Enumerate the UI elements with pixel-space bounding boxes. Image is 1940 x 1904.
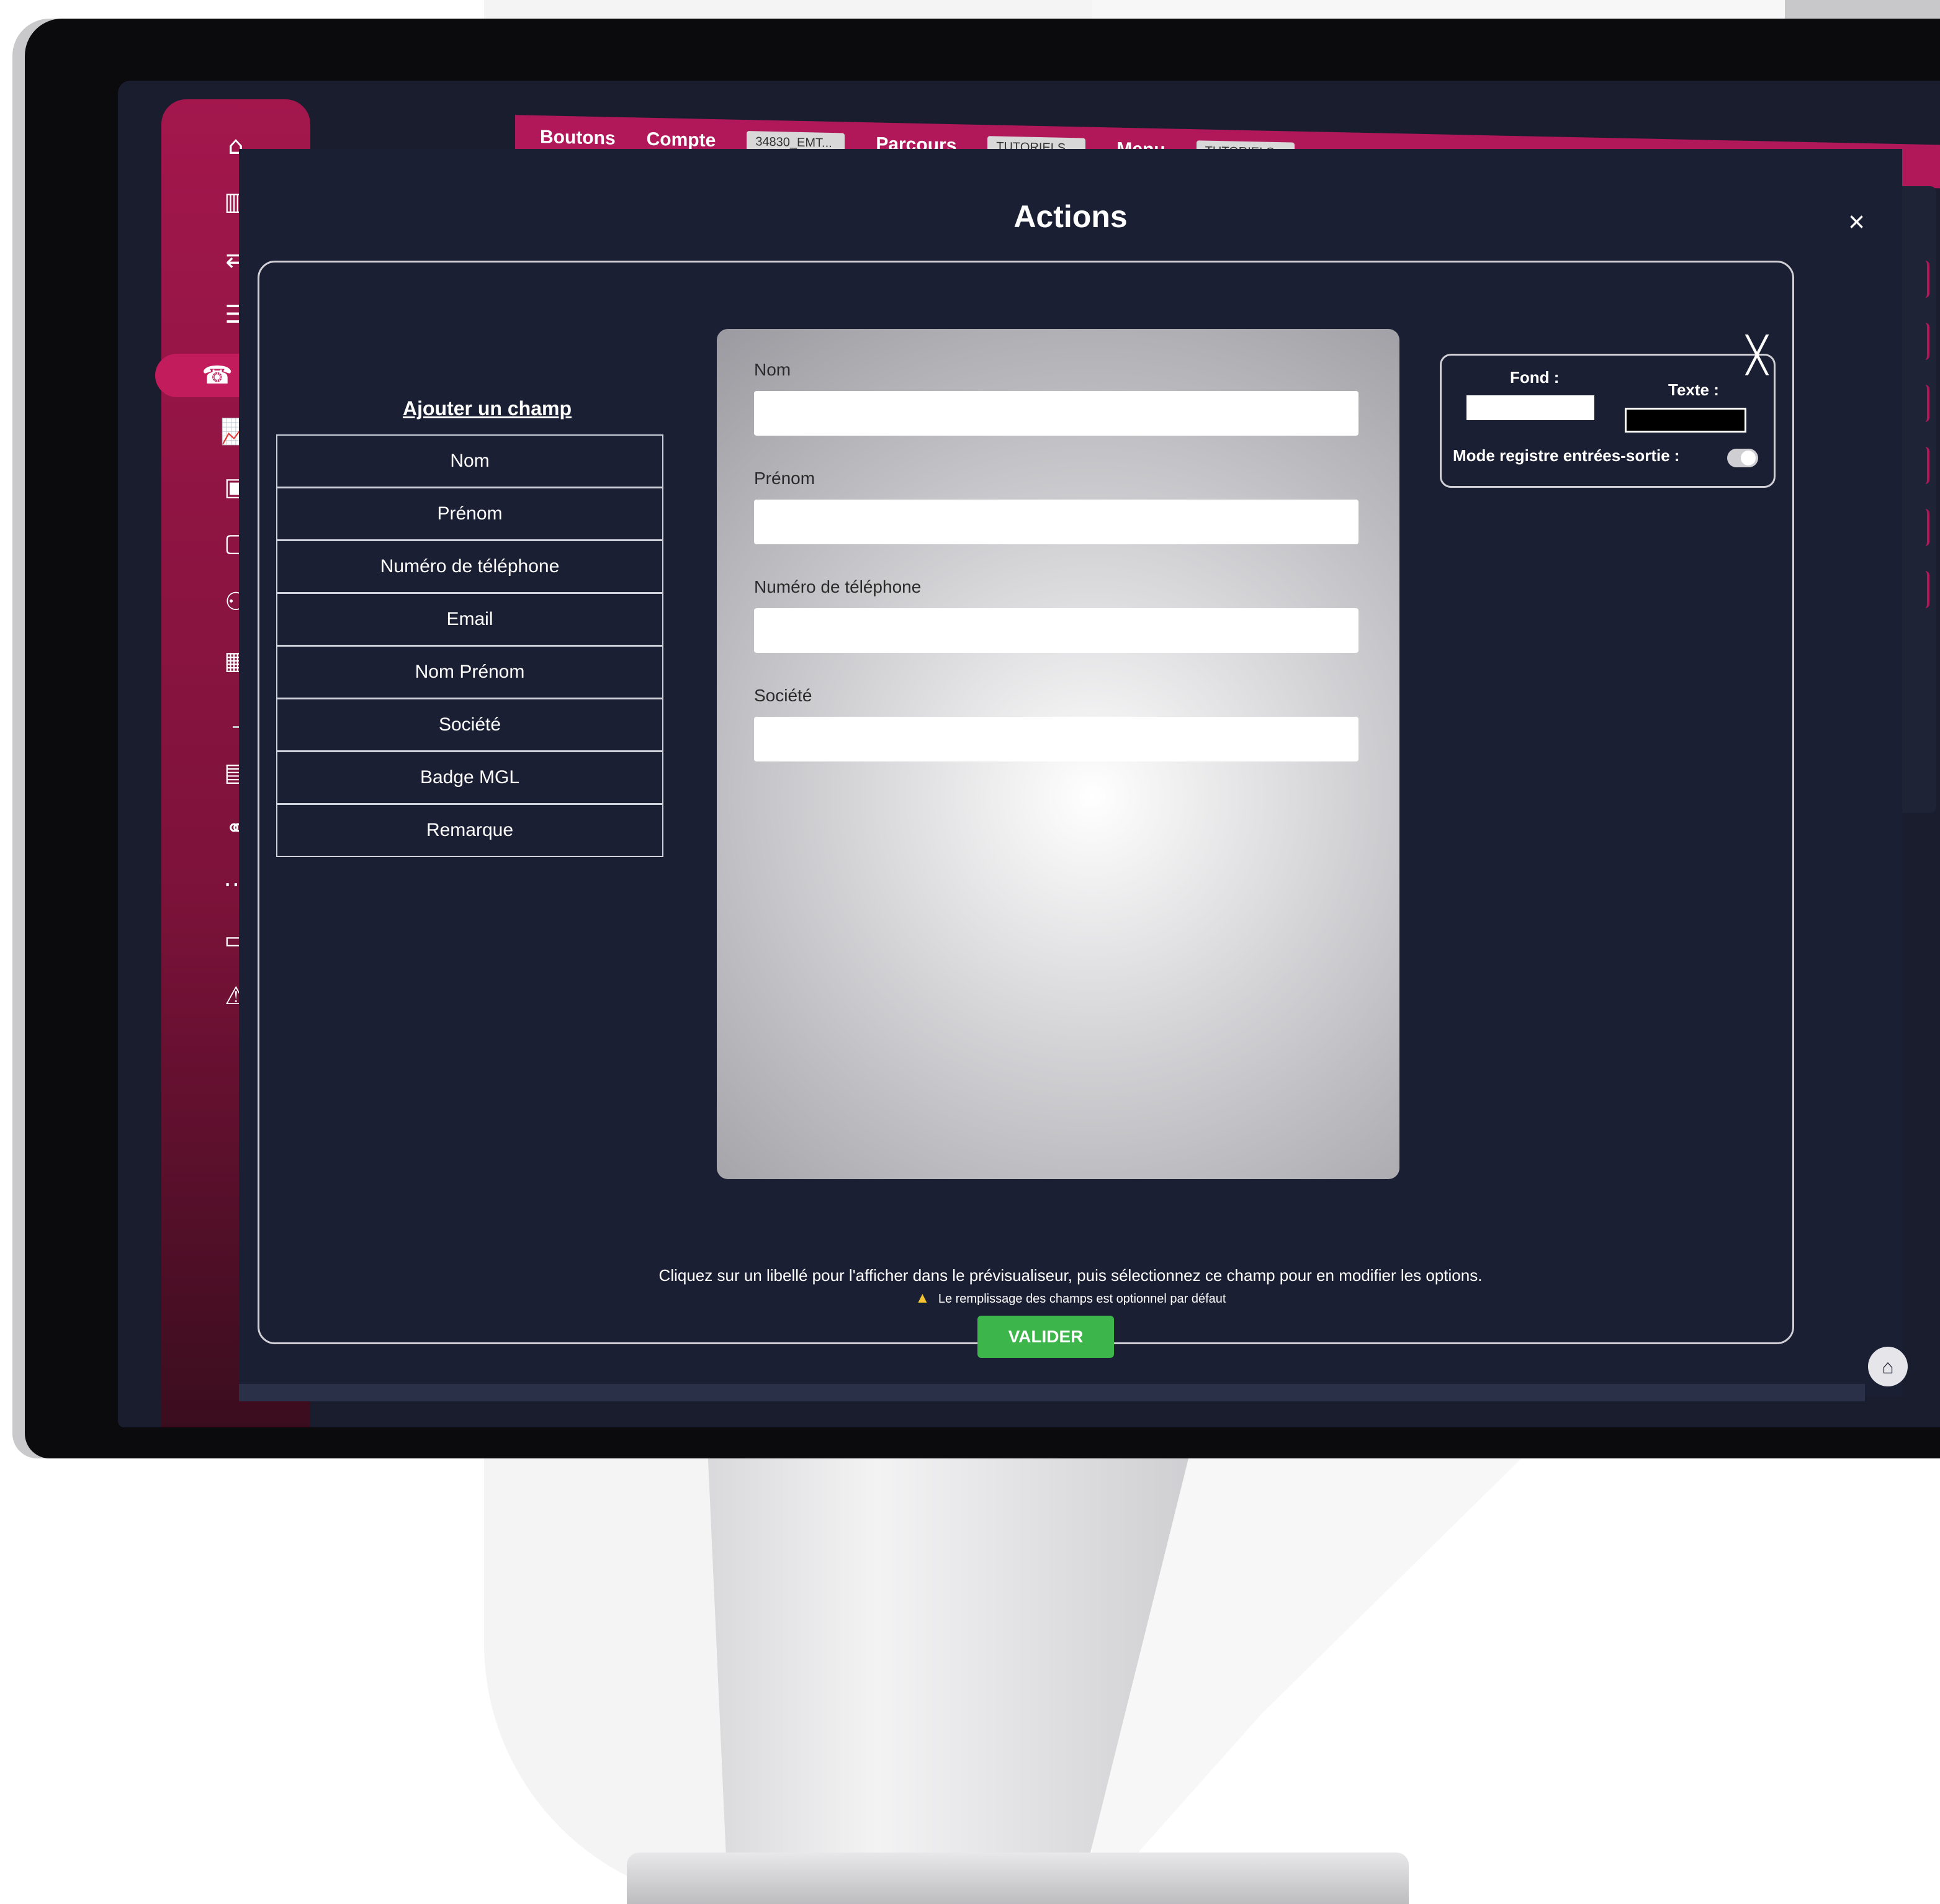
panel-marker	[1921, 323, 1929, 360]
compte-label: Compte	[646, 128, 716, 151]
field-item-nom[interactable]: Nom	[277, 436, 662, 488]
close-icon[interactable]: ×	[1848, 205, 1865, 238]
monitor: ⌂ ▥ ⇄ ☰ ☎ 📈 ▣ ▢ ⚇ ▦ ▤ ⚭ ⋯ ▭ ⚠ Boutons Co…	[25, 19, 1940, 1458]
modal-title: Actions	[1013, 199, 1128, 234]
panel-marker	[1921, 385, 1929, 422]
field-options-panel: ╳ Fond : Texte : Mode registre entrées-s…	[1440, 335, 1776, 488]
preview-input-nom[interactable]	[754, 391, 1358, 436]
preview-label-prenom[interactable]: Prénom	[754, 469, 815, 488]
bottom-bar	[239, 1384, 1865, 1401]
texte-color-swatch[interactable]	[1625, 408, 1746, 433]
panel-marker	[1921, 509, 1929, 546]
panel-marker	[1921, 261, 1929, 298]
warning-message: Le remplissage des champs est optionnel …	[938, 1292, 1226, 1306]
field-item-email[interactable]: Email	[277, 594, 662, 647]
preview-input-societe[interactable]	[754, 717, 1358, 761]
actions-modal: Actions × Ajouter un champ Nom Prénom Nu…	[239, 149, 1902, 1396]
preview-label-telephone[interactable]: Numéro de téléphone	[754, 577, 921, 597]
field-item-prenom[interactable]: Prénom	[277, 488, 662, 541]
warning-text: ▲ Le remplissage des champs est optionne…	[239, 1290, 1902, 1307]
add-field-title[interactable]: Ajouter un champ	[295, 397, 680, 420]
instruction-text: Cliquez sur un libellé pour l'afficher d…	[658, 1266, 1483, 1285]
panel-marker	[1921, 447, 1929, 484]
field-item-badge[interactable]: Badge MGL	[277, 752, 662, 805]
fond-color-swatch[interactable]	[1466, 395, 1594, 420]
field-item-societe[interactable]: Société	[277, 699, 662, 752]
form-preview: Nom Prénom Numéro de téléphone Société	[717, 329, 1399, 1179]
panel-marker	[1921, 571, 1929, 608]
home-fab-icon[interactable]: ⌂	[1868, 1347, 1908, 1386]
preview-input-prenom[interactable]	[754, 500, 1358, 544]
screen: ⌂ ▥ ⇄ ☰ ☎ 📈 ▣ ▢ ⚇ ▦ ▤ ⚭ ⋯ ▭ ⚠ Boutons Co…	[118, 81, 1940, 1427]
preview-label-nom[interactable]: Nom	[754, 360, 791, 380]
close-options-icon[interactable]: ╳	[1746, 335, 1767, 375]
preview-label-societe[interactable]: Société	[754, 686, 812, 706]
fond-label: Fond :	[1510, 368, 1560, 387]
validate-button[interactable]: VALIDER	[977, 1316, 1114, 1358]
buttons-tab[interactable]: Boutons	[540, 127, 616, 150]
monitor-base	[627, 1852, 1409, 1904]
field-list: Nom Prénom Numéro de téléphone Email Nom…	[276, 434, 663, 857]
field-item-remarque[interactable]: Remarque	[277, 805, 662, 856]
field-item-telephone[interactable]: Numéro de téléphone	[277, 541, 662, 594]
warning-icon: ▲	[915, 1290, 930, 1306]
mode-registre-toggle[interactable]	[1727, 449, 1758, 467]
mode-registre-label: Mode registre entrées-sortie :	[1453, 446, 1680, 465]
texte-label: Texte :	[1668, 380, 1719, 399]
preview-input-telephone[interactable]	[754, 608, 1358, 653]
field-item-nom-prenom[interactable]: Nom Prénom	[277, 647, 662, 699]
